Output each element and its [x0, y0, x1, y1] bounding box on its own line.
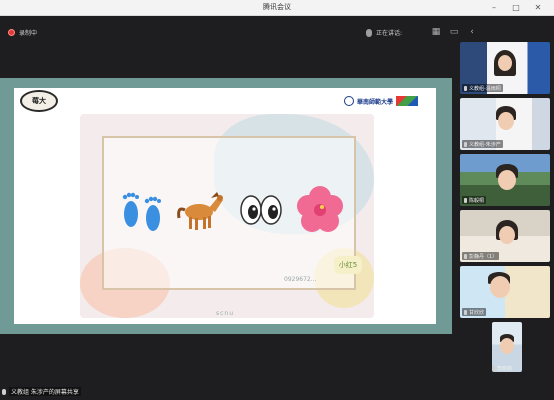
participant-name: 甘欣欣	[469, 309, 485, 316]
participant-name: 义教组-朱涉产	[469, 141, 501, 148]
microphone-icon	[464, 309, 467, 315]
emoji-puzzle	[116, 178, 346, 242]
screen-share-area[interactable]: 莓大 華南師範大學 小红5 0929672... scnu	[0, 78, 452, 334]
participant-name-tag: 彭静丹（1）	[462, 252, 500, 260]
emoji-puzzle-frame	[102, 136, 356, 290]
recording-label: 录制中	[19, 30, 38, 37]
university-seal-icon	[344, 96, 354, 106]
meeting-window: 腾讯会议 – □ ✕ 录制中 正在讲话: ▦ ▭ ‹ 莓大 華南師範大學 小红5…	[0, 0, 554, 400]
gallery-icon[interactable]: ▦	[430, 26, 442, 38]
share-label-text: 义教组 朱涉产的屏幕共享	[9, 387, 81, 396]
recording-indicator[interactable]: 录制中	[8, 28, 37, 37]
horse-icon	[177, 192, 224, 230]
microphone-icon	[464, 253, 467, 259]
participant-name-tag: 陈毅桐	[462, 196, 487, 204]
microphone-icon	[464, 197, 467, 203]
participant-name-tag: 义教组-温雨桐	[462, 84, 503, 92]
record-icon	[8, 29, 15, 36]
view-controls: ▦ ▭ ‹	[430, 26, 478, 38]
title-bar: 腾讯会议 – □ ✕	[0, 0, 554, 16]
minimize-icon[interactable]: –	[488, 2, 500, 13]
participant-tile[interactable]: 义教组-温雨桐	[460, 42, 550, 94]
participant-face	[490, 276, 510, 298]
maximize-icon[interactable]: □	[510, 2, 522, 13]
participant-name-tag: 义教组-朱涉产	[462, 140, 503, 148]
participant-face	[498, 170, 516, 190]
participant-name: 陈毅桐	[469, 197, 485, 204]
eyes-icon	[239, 195, 282, 225]
participant-face	[498, 112, 514, 130]
window-title: 腾讯会议	[263, 3, 291, 11]
participant-face	[498, 55, 512, 71]
slide-badge: 小红5	[334, 256, 362, 274]
participant-name: 义教组-温雨桐	[469, 85, 501, 92]
slide-logo: 莓大	[20, 90, 58, 112]
participant-face	[499, 226, 515, 244]
screen-share-label: 义教组 朱涉产的屏幕共享	[2, 387, 81, 396]
slide-watermark: 0929672...	[284, 276, 317, 283]
participant-sidebar: 义教组-温雨桐 义教组-朱涉产 陈毅桐 彭静丹（1） 甘欣欣 李晓莉	[456, 40, 554, 374]
participant-name-tag: 甘欣欣	[462, 308, 487, 316]
university-name: 華南師範大學	[357, 98, 394, 106]
footprints-icon	[122, 192, 161, 231]
microphone-icon	[492, 366, 495, 371]
close-icon[interactable]: ✕	[532, 2, 544, 13]
university-logo: 華南師範大學	[344, 96, 419, 106]
program-logo-icon	[396, 96, 419, 106]
participant-name: 李晓莉	[497, 366, 513, 372]
participant-tile[interactable]: 陈毅桐	[460, 154, 550, 206]
participant-tile[interactable]: 义教组-朱涉产	[460, 98, 550, 150]
speaking-label: 正在讲话:	[376, 30, 403, 37]
view-switch-icon[interactable]: ▭	[448, 26, 460, 38]
presentation-slide: 莓大 華南師範大學 小红5 0929672... scnu	[14, 88, 436, 324]
microphone-icon	[464, 85, 467, 91]
microphone-icon	[366, 28, 372, 37]
participant-tile[interactable]: 彭静丹（1）	[460, 210, 550, 262]
speaking-indicator: 正在讲话:	[366, 28, 402, 37]
participant-name-tag: 李晓莉	[492, 364, 532, 373]
collapse-icon[interactable]: ‹	[466, 26, 478, 38]
microphone-icon	[2, 388, 6, 395]
participant-face	[500, 338, 514, 354]
microphone-icon	[464, 141, 467, 147]
participant-tile[interactable]: 甘欣欣	[460, 266, 550, 318]
bottom-status-bar: 义教组 朱涉产的屏幕共享	[0, 384, 554, 400]
slide-footer: scnu	[215, 310, 235, 317]
hibiscus-icon	[296, 186, 343, 232]
participant-name: 彭静丹（1）	[469, 253, 498, 260]
